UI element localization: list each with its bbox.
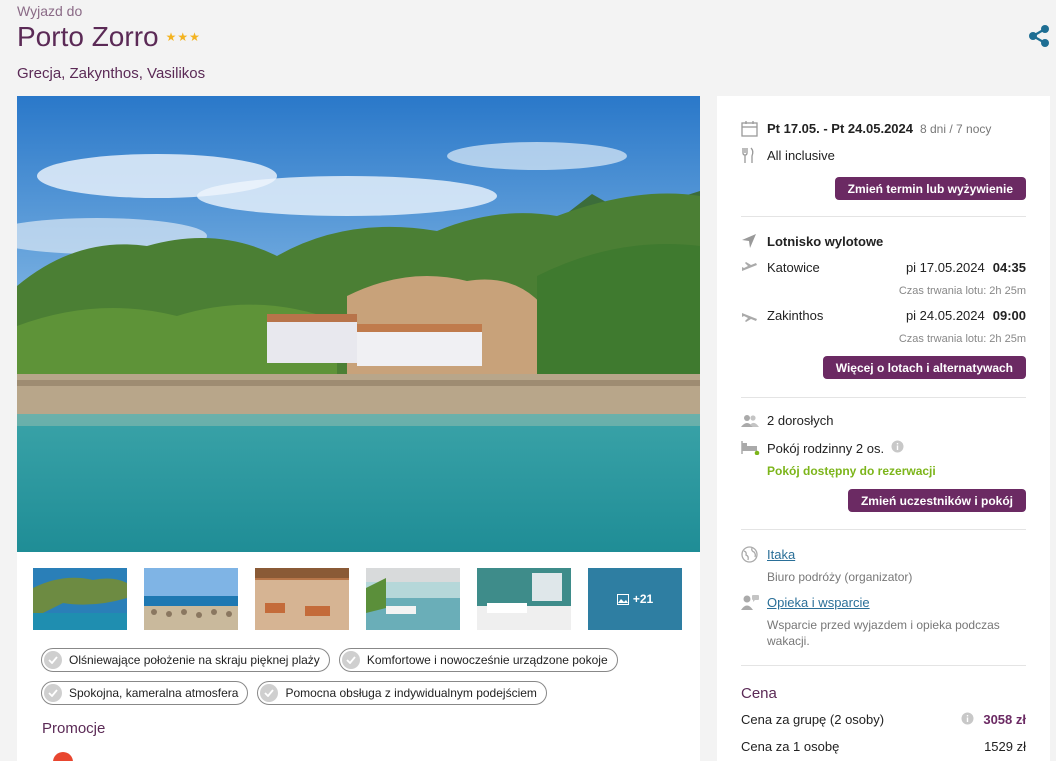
thumbnail-3[interactable] xyxy=(255,568,349,630)
more-photos-count: +21 xyxy=(632,592,654,606)
gallery-section: +21 Olśniewające położenie na skraju pię… xyxy=(0,96,700,761)
support-link[interactable]: Opieka i wsparcie xyxy=(767,595,870,610)
thumbnail-2[interactable] xyxy=(144,568,238,630)
return-flight-row: Zakinthos pi 24.05.2024 09:00 xyxy=(741,308,1026,323)
change-participants-button[interactable]: Zmień uczestników i pokój xyxy=(847,489,1026,512)
outbound-time: 04:35 xyxy=(992,260,1026,275)
travelers-count: 2 dorosłych xyxy=(767,413,834,428)
trip-duration: 8 dni / 7 nocy xyxy=(919,121,992,136)
hotel-title: Porto Zorro xyxy=(17,21,159,52)
globe-icon xyxy=(741,546,761,563)
group-price-label: Cena za grupę (2 osoby) xyxy=(741,712,885,727)
outbound-city: Katowice xyxy=(767,260,820,275)
trip-dates: Pt 17.05. - Pt 24.05.2024 xyxy=(767,121,913,136)
feature-label: Pomocna obsługa z indywidualnym podejści… xyxy=(285,686,537,700)
return-city: Zakinthos xyxy=(767,308,824,323)
person-price-value: 1529 zł xyxy=(984,739,1026,754)
support-row: Opieka i wsparcie xyxy=(741,594,1026,611)
navigation-arrow-icon xyxy=(741,233,761,249)
thumbnail-1[interactable] xyxy=(33,568,127,630)
promotions-heading: Promocje xyxy=(42,720,106,737)
divider xyxy=(741,529,1026,530)
feature-label: Spokojna, kameralna atmosfera xyxy=(69,686,239,700)
bed-icon xyxy=(741,441,761,455)
feature-label: Olśniewające położenie na skraju pięknej… xyxy=(69,653,320,667)
support-description-line-1: Wsparcie przed wyjazdem i opieka podczas xyxy=(767,618,1000,632)
star-rating: ★★★ xyxy=(165,30,201,44)
thumbnail-5[interactable] xyxy=(477,568,571,630)
calendar-icon xyxy=(741,120,761,137)
divider xyxy=(741,397,1026,398)
more-photos-button[interactable]: +21 xyxy=(588,568,682,630)
check-icon xyxy=(44,651,62,669)
person-price-row: Cena za 1 osobę 1529 zł xyxy=(741,739,1026,754)
title-row: Porto Zorro ★★★ xyxy=(17,21,205,53)
hotel-location[interactable]: Grecja, Zakynthos, Vasilikos xyxy=(17,65,205,82)
cutlery-icon xyxy=(741,147,761,164)
travelers-row: 2 dorosłych xyxy=(741,413,1026,428)
airport-label: Lotnisko wylotowe xyxy=(767,233,884,249)
outbound-date: pi 17.05.2024 xyxy=(905,260,985,275)
price-heading: Cena xyxy=(741,685,777,702)
support-description-line-2: wakacji. xyxy=(767,634,810,648)
room-availability: Pokój dostępny do rezerwacji xyxy=(767,464,936,478)
price-info-icon[interactable] xyxy=(961,712,974,728)
board-row: All inclusive xyxy=(741,147,1026,164)
return-time: 09:00 xyxy=(992,308,1026,323)
support-person-icon xyxy=(741,594,761,611)
thumbnail-4[interactable] xyxy=(366,568,460,630)
outbound-duration: Czas trwania lotu: 2h 25m xyxy=(898,285,1026,297)
outbound-flight-row: Katowice pi 17.05.2024 04:35 xyxy=(741,260,1026,275)
flights-more-button[interactable]: Więcej o lotach i alternatywach xyxy=(822,356,1026,379)
hotel-main-photo[interactable] xyxy=(0,96,700,552)
check-icon xyxy=(44,684,62,702)
plane-landing-icon xyxy=(741,310,761,322)
check-icon xyxy=(341,651,360,669)
check-icon xyxy=(260,684,279,702)
divider xyxy=(741,665,1026,666)
feature-chip: Pomocna obsługa z indywidualnym podejści… xyxy=(257,681,547,705)
room-type: Pokój rodzinny 2 os. xyxy=(767,440,885,456)
booking-panel: Pt 17.05. - Pt 24.05.2024 8 dni / 7 nocy… xyxy=(717,96,1050,761)
people-icon xyxy=(741,414,761,428)
image-icon xyxy=(616,593,629,605)
room-row: Pokój rodzinny 2 os. xyxy=(741,440,1026,456)
plane-takeoff-icon xyxy=(741,261,761,274)
airport-row: Lotnisko wylotowe xyxy=(741,233,1026,249)
dates-row: Pt 17.05. - Pt 24.05.2024 8 dni / 7 nocy xyxy=(741,120,1026,137)
return-duration: Czas trwania lotu: 2h 25m xyxy=(898,333,1026,345)
feature-chip: Olśniewające położenie na skraju pięknej… xyxy=(41,648,330,672)
group-price-row: Cena za grupę (2 osoby) 3058 zł xyxy=(741,712,1026,728)
feature-chip: Komfortowe i nowocześnie urządzone pokoj… xyxy=(338,648,618,672)
promotion-icon xyxy=(53,752,73,761)
person-price-label: Cena za 1 osobę xyxy=(741,739,840,754)
organizer-link[interactable]: Itaka xyxy=(767,547,795,562)
change-date-button[interactable]: Zmień termin lub wyżywienie xyxy=(834,177,1026,200)
group-price-value: 3058 zł xyxy=(983,712,1026,727)
pre-title: Wyjazd do xyxy=(17,3,83,19)
thumbnail-strip: +21 xyxy=(33,568,682,630)
feature-label: Komfortowe i nowocześnie urządzone pokoj… xyxy=(366,653,608,667)
feature-chip: Spokojna, kameralna atmosfera xyxy=(41,681,249,705)
share-icon[interactable] xyxy=(1028,24,1050,48)
info-icon[interactable] xyxy=(891,440,904,456)
page-header: Wyjazd do Porto Zorro ★★★ Grecja, Zakynt… xyxy=(17,3,205,82)
board-type: All inclusive xyxy=(767,148,835,163)
organizer-description: Biuro podróży (organizator) xyxy=(767,570,913,584)
divider xyxy=(741,216,1026,217)
return-date: pi 24.05.2024 xyxy=(905,308,985,323)
feature-list: Olśniewające położenie na skraju pięknej… xyxy=(41,648,641,705)
organizer-row: Itaka xyxy=(741,546,1026,563)
